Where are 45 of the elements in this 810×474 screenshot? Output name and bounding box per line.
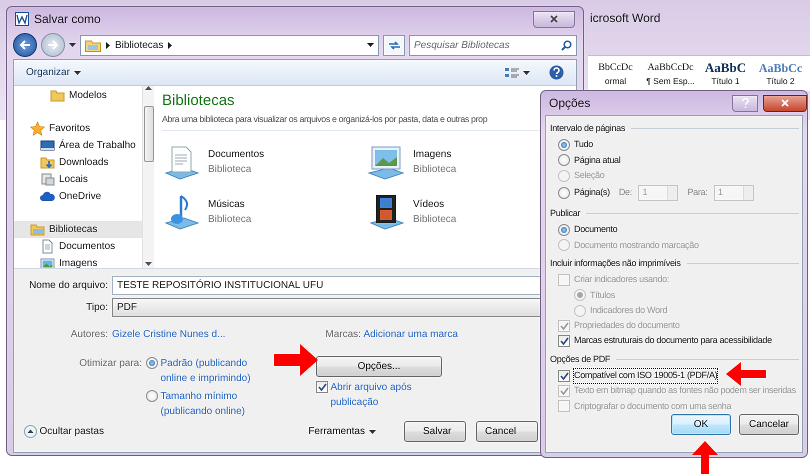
field-label: Marcas: [325,328,361,342]
section-description: Abra uma biblioteca para visualizar os arquivos e organizá-los por pasta, data e outras prop [162,112,488,126]
style-sample: BbCcDc [598,61,633,75]
option-label: Indicadores do Word [590,304,668,317]
option-label: Criptografar o documento com uma senha [574,400,732,413]
group-title: Incluir informações não imprimíveis [550,256,681,270]
option-label: Criar indicadores usando: [574,273,670,286]
style-label: ¶ Sem Esp... [646,76,695,86]
section-heading: Bibliotecas [162,91,235,111]
field-label: Para: [687,186,708,200]
window-title: icrosoft Word [590,10,660,27]
field-label: Autores: [70,328,109,342]
option-label: Seleção [574,168,604,182]
group-title: Intervalo de páginas [550,122,626,135]
field-label: Nome do arquivo: [28,278,109,292]
option-label: Página(s) [574,186,610,200]
group-title: Publicar [550,206,580,220]
style-label: Título 2 [766,76,795,86]
option-label: Compatível com ISO 19005-1 (PDF/A) [574,369,718,383]
radio-label: Padrão (publicando online e imprimindo) [160,357,252,386]
option-label: Propriedades do documento [574,319,680,332]
style-sample: AaBbCcDc [647,61,694,75]
option-label: Página atual [574,154,620,167]
option-label: Texto em bitmap quando as fontes não podem ser inseridas [574,384,796,398]
option-label: Títulos [590,288,615,302]
field-label: De: [618,186,632,200]
style-label: ormal [604,76,626,86]
style-label: Título 1 [711,76,740,86]
dialog-title: Salvar como [34,11,101,28]
style-sample: AaBbC [704,61,746,75]
field-label: Tipo: [85,300,109,314]
option-label: Documento [574,223,618,236]
field-label: Otimizar para: [78,357,143,371]
dialog-title: Opções [549,95,590,112]
library-type: Biblioteca [413,162,456,177]
option-label: Marcas estruturais do documento para acessibilidade [574,334,772,348]
library-type: Biblioteca [413,212,456,227]
library-type: Biblioteca [208,162,252,177]
option-label: Tudo [574,138,593,152]
style-sample: AaBbCc [758,61,802,75]
library-type: Biblioteca [208,212,252,227]
radio-label: Tamanho mínimo (publicando online) [160,390,246,418]
group-title: Opções de PDF [550,352,610,366]
checkbox-label: Abrir arquivo após publicação [330,380,413,410]
option-label: Documento mostrando marcação [574,238,699,252]
